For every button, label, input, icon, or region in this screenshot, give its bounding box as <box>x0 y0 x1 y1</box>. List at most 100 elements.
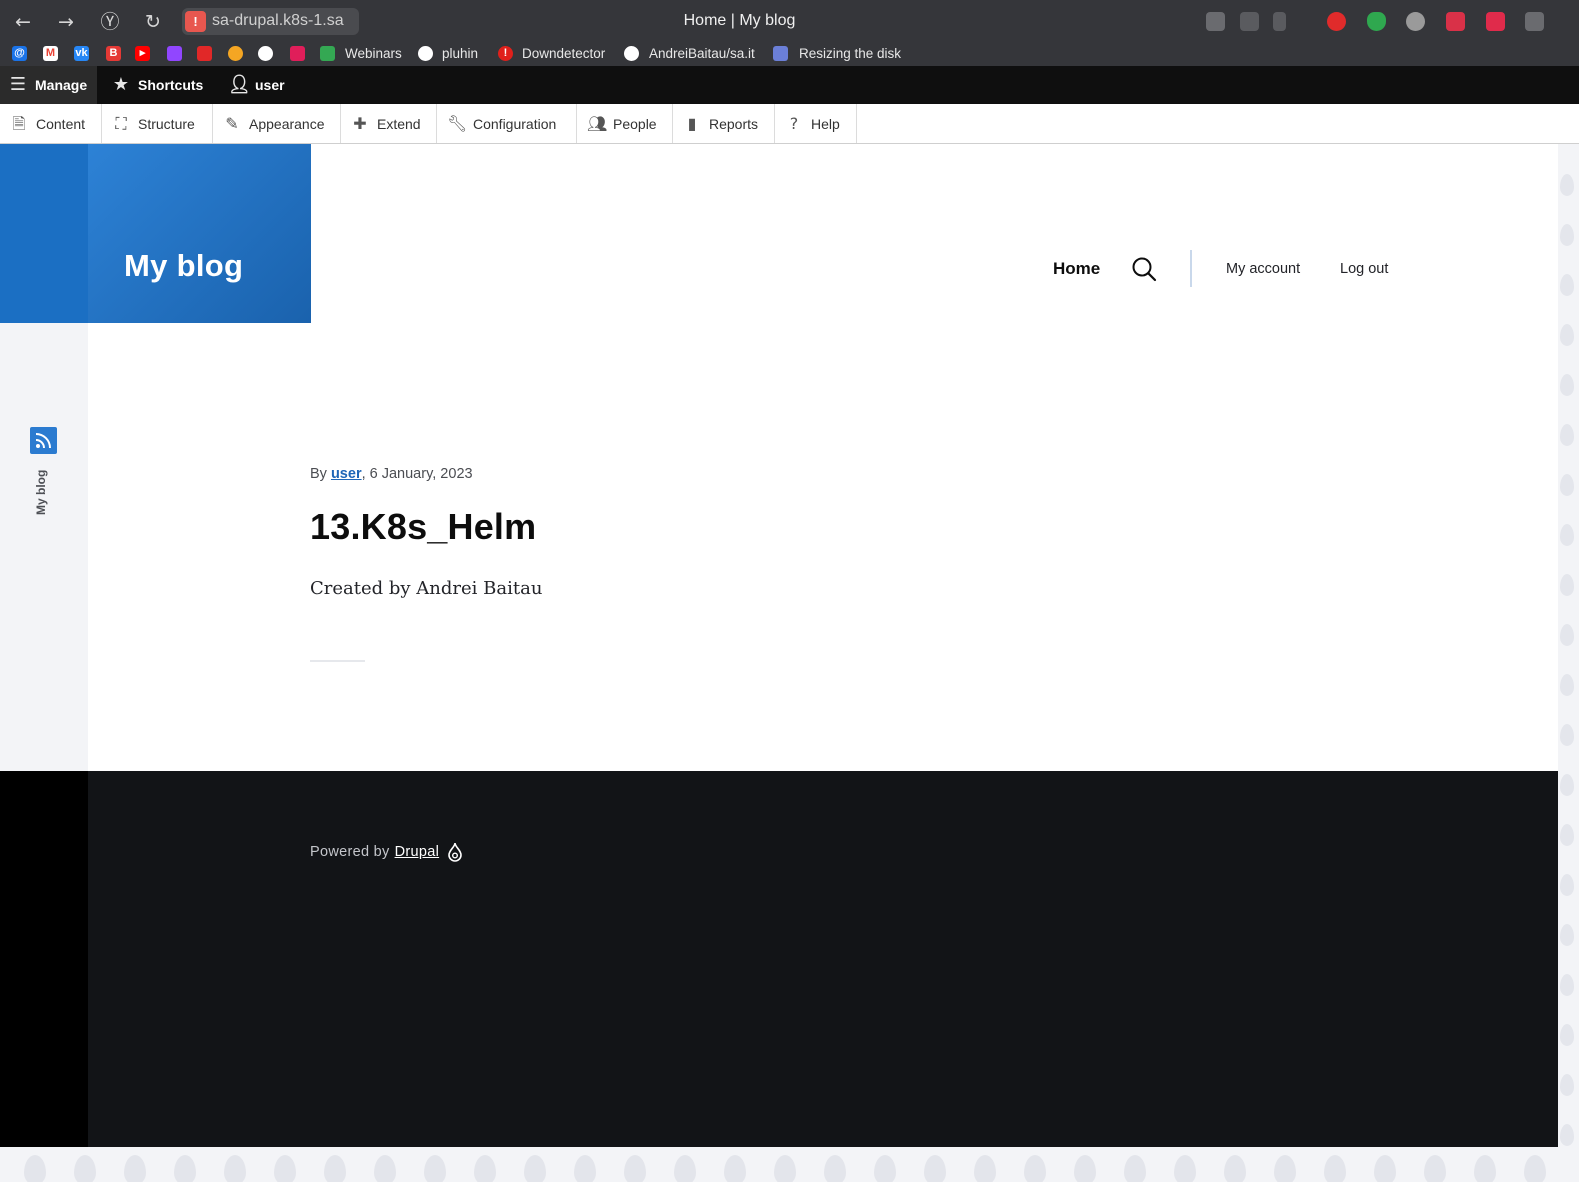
alert-icon[interactable]: ! <box>498 46 513 61</box>
power-icon[interactable] <box>228 46 243 61</box>
tray-label: Configuration <box>473 115 557 132</box>
tray-item-extend[interactable]: ✚ Extend <box>341 104 437 143</box>
tray-label: Extend <box>377 115 421 132</box>
translate-icon[interactable] <box>1206 12 1225 31</box>
nav-home-link[interactable]: Home <box>1053 250 1100 288</box>
site-name-link[interactable]: My blog <box>124 248 243 284</box>
meta-by: By <box>310 466 327 482</box>
rss-icon[interactable] <box>30 427 57 454</box>
tray-item-people[interactable]: 👥︎ People <box>577 104 673 143</box>
slack-icon[interactable] <box>290 46 305 61</box>
drop-decoration <box>1560 374 1574 396</box>
log-out-link[interactable]: Log out <box>1340 250 1388 288</box>
b-icon[interactable]: B <box>106 46 121 61</box>
drop-decoration <box>1560 424 1574 446</box>
drop-decoration <box>424 1155 446 1182</box>
drop-decoration <box>74 1155 96 1182</box>
file-icon: 🗎︎ <box>12 113 26 133</box>
tray-item-appearance[interactable]: ✎ Appearance <box>213 104 341 143</box>
bookmark-pluhin[interactable]: pluhin <box>442 46 478 61</box>
drop-decoration <box>924 1155 946 1182</box>
github-icon[interactable] <box>418 46 433 61</box>
doc-icon[interactable] <box>773 46 788 61</box>
nav-divider <box>1190 250 1192 287</box>
toolbar-user[interactable]: 👤︎ user <box>228 66 285 104</box>
drop-decoration <box>1024 1155 1046 1182</box>
drop-decoration <box>974 1155 996 1182</box>
node-body: Created by Andrei Baitau <box>310 578 543 599</box>
drop-decoration <box>574 1155 596 1182</box>
bookmark-andreibaitau[interactable]: AndreiBaitau/sa.it <box>649 46 755 61</box>
tray-item-configuration[interactable]: 🔧︎ Configuration <box>437 104 577 143</box>
flipboard-icon[interactable] <box>197 46 212 61</box>
shield-icon[interactable] <box>1367 12 1386 31</box>
hamburger-icon: ☰ <box>9 74 27 95</box>
drop-decoration <box>1274 1155 1296 1182</box>
tray-label: Content <box>36 115 86 132</box>
toolbar-shortcuts[interactable]: ★ Shortcuts <box>111 66 203 104</box>
drop-decoration <box>1560 724 1574 746</box>
drop-decoration <box>1374 1155 1396 1182</box>
divider <box>310 660 365 662</box>
drop-decoration <box>1560 174 1574 196</box>
youtube-icon[interactable]: ▸ <box>135 46 150 61</box>
extension-q-icon[interactable] <box>1446 12 1465 31</box>
tray-item-reports[interactable]: ▮ Reports <box>673 104 775 143</box>
search-icon[interactable] <box>1131 250 1161 288</box>
drop-decoration <box>274 1155 296 1182</box>
admin-toolbar: ☰ Manage ★ Shortcuts 👤︎ user <box>0 66 1579 104</box>
gmail-icon[interactable]: M <box>43 46 58 61</box>
drop-decoration <box>774 1155 796 1182</box>
bookmark-webinars[interactable]: Webinars <box>345 46 402 61</box>
tray-label: Appearance <box>249 115 325 132</box>
bottom-decoration <box>0 1147 1579 1182</box>
tray-item-help[interactable]: ? Help <box>775 104 857 143</box>
drop-decoration <box>1560 324 1574 346</box>
tray-item-structure[interactable]: ⛶ Structure <box>102 104 213 143</box>
my-account-link[interactable]: My account <box>1226 250 1300 288</box>
extension-7-icon[interactable] <box>1525 12 1544 31</box>
calendar-icon[interactable] <box>1486 12 1505 31</box>
adblock-icon[interactable] <box>1327 12 1346 31</box>
drop-decoration <box>1174 1155 1196 1182</box>
branding-panel <box>88 144 311 323</box>
drop-decoration <box>1224 1155 1246 1182</box>
drop-decoration <box>1524 1155 1546 1182</box>
drop-decoration <box>1560 524 1574 546</box>
drop-decoration <box>124 1155 146 1182</box>
browser-toolbar: ← → Ⓨ ↻ ! sa-drupal.k8s-1.sa Home | My b… <box>0 0 1579 42</box>
github-icon[interactable] <box>258 46 273 61</box>
toolbar-user-label: user <box>255 77 285 93</box>
powered-by: Powered by Drupal <box>310 842 463 862</box>
drop-decoration <box>1560 774 1574 796</box>
drop-decoration <box>1560 1124 1574 1146</box>
wrench-icon: 🔧︎ <box>447 113 468 133</box>
bookmark-resizing-disk[interactable]: Resizing the disk <box>799 46 901 61</box>
toolbar-manage[interactable]: ☰ Manage <box>0 66 97 104</box>
globe-icon[interactable] <box>1406 12 1425 31</box>
drop-decoration <box>674 1155 696 1182</box>
bar-chart-icon: ▮ <box>687 113 697 133</box>
github-icon[interactable] <box>624 46 639 61</box>
bookmark-icon[interactable] <box>1273 12 1286 31</box>
reader-icon[interactable] <box>1240 12 1259 31</box>
help-icon: ? <box>789 113 799 133</box>
drop-decoration <box>1560 624 1574 646</box>
star-icon: ★ <box>112 74 130 95</box>
drop-decoration <box>1424 1155 1446 1182</box>
toolbar-manage-label: Manage <box>35 77 88 93</box>
author-link[interactable]: user <box>331 466 362 482</box>
drop-decoration <box>24 1155 46 1182</box>
drop-decoration <box>474 1155 496 1182</box>
drop-decoration <box>1560 674 1574 696</box>
tray-label: Structure <box>138 115 195 132</box>
drop-decoration <box>324 1155 346 1182</box>
drive-icon[interactable] <box>320 46 335 61</box>
twitch-icon[interactable] <box>167 46 182 61</box>
drupal-link[interactable]: Drupal <box>395 844 440 860</box>
vk-icon[interactable]: vk <box>74 46 89 61</box>
bookmark-downdetector[interactable]: Downdetector <box>522 46 605 61</box>
tray-item-content[interactable]: 🗎︎ Content <box>0 104 102 143</box>
drop-decoration <box>1560 824 1574 846</box>
mail-icon[interactable]: @ <box>12 46 27 61</box>
